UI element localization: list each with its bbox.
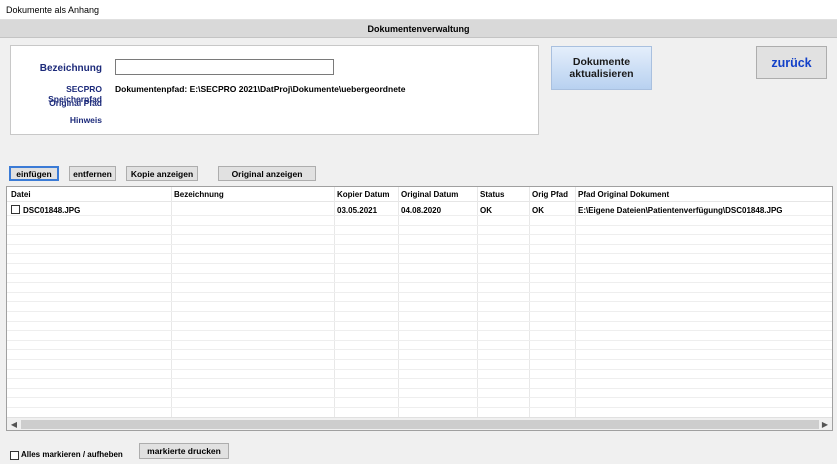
row-line [7, 301, 832, 303]
window-title: Dokumente als Anhang [6, 5, 100, 15]
dokumentenpfad-text: Dokumentenpfad: E:\SECPRO 2021\DatProj\D… [115, 84, 406, 94]
row-line [7, 320, 832, 322]
row-line [7, 330, 832, 332]
column-header-status[interactable]: Status [480, 190, 504, 199]
dokumente-aktualisieren-button[interactable]: Dokumente aktualisieren [551, 46, 652, 90]
horizontal-scrollbar[interactable]: ◀ ▶ [7, 417, 832, 430]
row-line [7, 272, 832, 274]
row-line [7, 234, 832, 236]
row-line [7, 224, 832, 226]
aktualisieren-line1: Dokumente [572, 56, 631, 68]
hinweis-label: Hinweis [69, 115, 102, 125]
row-line [7, 291, 832, 293]
row-line [7, 253, 832, 255]
cell-pfad-original: E:\Eigene Dateien\Patientenverfügung\DSC… [578, 206, 783, 215]
cell-status: OK [480, 206, 492, 215]
row-line [7, 263, 832, 264]
markierte-drucken-button[interactable]: markierte drucken [139, 443, 229, 459]
row-line [7, 368, 832, 370]
column-header-datei[interactable]: Datei [11, 190, 31, 199]
column-header-orig-pfad[interactable]: Orig Pfad [532, 190, 568, 199]
select-all-checkbox[interactable] [10, 451, 19, 460]
row-line [7, 282, 832, 284]
column-header-kopier-datum[interactable]: Kopier Datum [337, 190, 389, 199]
row-line [7, 378, 832, 380]
bezeichnung-input[interactable] [115, 59, 334, 75]
row-checkbox[interactable] [11, 205, 20, 214]
row-line [7, 243, 832, 245]
aktualisieren-line2: aktualisieren [569, 68, 634, 80]
column-header-original-datum[interactable]: Original Datum [401, 190, 458, 199]
column-header-bezeichnung[interactable]: Bezeichnung [174, 190, 224, 199]
row-line [7, 397, 832, 399]
bezeichnung-label: Bezeichnung [39, 63, 102, 74]
documents-table[interactable]: Datei Bezeichnung Kopier Datum Original … [6, 186, 833, 431]
details-panel: Bezeichnung SECPRO Speicherpfad Dokument… [10, 45, 539, 135]
select-all-label[interactable]: Alles markieren / aufheben [21, 450, 123, 459]
row-line [7, 407, 832, 408]
original-anzeigen-button[interactable]: Original anzeigen [218, 166, 316, 181]
chevron-left-icon[interactable]: ◀ [8, 419, 20, 430]
cell-original-datum: 04.08.2020 [401, 206, 442, 215]
row-line [7, 359, 832, 360]
cell-datei: DSC01848.JPG [23, 206, 81, 215]
window-titlebar: Dokumente als Anhang [0, 0, 837, 20]
chevron-right-icon[interactable]: ▶ [819, 419, 831, 430]
section-title: Dokumentenverwaltung [367, 24, 470, 34]
row-line [7, 311, 832, 312]
scrollbar-thumb[interactable] [21, 420, 819, 429]
row-line [7, 349, 832, 351]
cell-kopier-datum: 03.05.2021 [337, 206, 378, 215]
row-line [7, 215, 832, 216]
zurueck-button[interactable]: zurück [756, 46, 827, 79]
section-header: Dokumentenverwaltung [0, 20, 837, 38]
column-header-pfad-original[interactable]: Pfad Original Dokument [578, 190, 669, 199]
row-line [7, 387, 832, 389]
kopie-anzeigen-button[interactable]: Kopie anzeigen [126, 166, 198, 181]
table-header: Datei Bezeichnung Kopier Datum Original … [7, 187, 832, 202]
entfernen-button[interactable]: entfernen [69, 166, 116, 181]
original-pfad-label: Original Pfad [49, 98, 102, 108]
row-line [7, 339, 832, 341]
cell-orig-pfad: OK [532, 206, 544, 215]
einfuegen-button[interactable]: einfügen [9, 166, 59, 181]
